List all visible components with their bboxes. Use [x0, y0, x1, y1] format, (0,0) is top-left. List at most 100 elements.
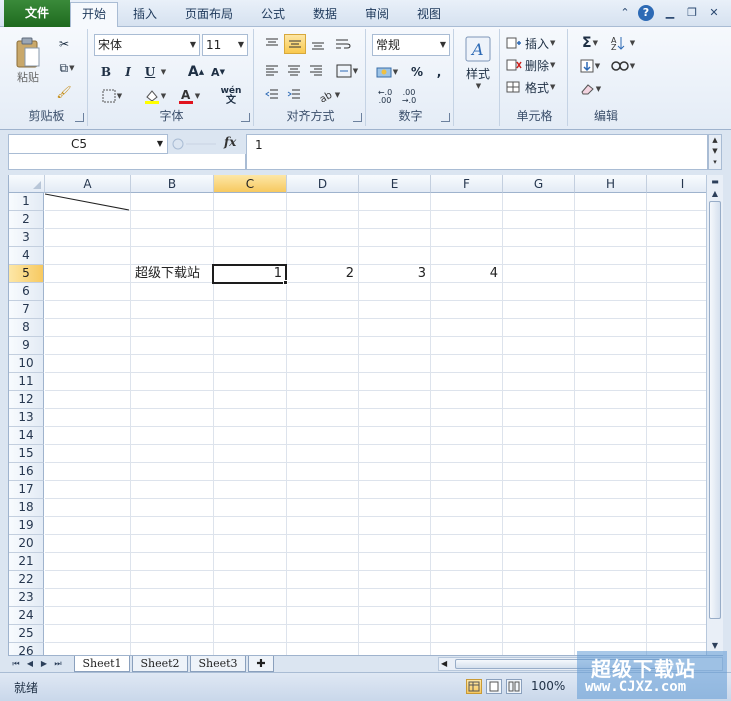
- font-launcher-icon[interactable]: [241, 113, 250, 122]
- cut-icon[interactable]: ✂: [54, 35, 74, 53]
- worksheet-grid[interactable]: ABCDEFGHI 1 2 3 4 5 6 7 8 9 10 11 12 13 14 15 16 17 18 19 2…: [8, 175, 706, 655]
- row-header-14[interactable]: 14: [9, 427, 44, 445]
- wrap-text-icon[interactable]: [332, 34, 354, 54]
- align-top-icon[interactable]: [262, 34, 282, 54]
- name-box[interactable]: C5 ▼: [8, 134, 168, 154]
- percent-style-button[interactable]: %: [408, 63, 426, 81]
- sheet-tab-sheet1[interactable]: Sheet1: [74, 656, 130, 672]
- column-header-h[interactable]: H: [575, 175, 647, 193]
- column-header-e[interactable]: E: [359, 175, 431, 193]
- vertical-scrollbar[interactable]: ▬ ▲ ▼: [706, 175, 723, 655]
- phonetic-guide-button[interactable]: wén 文: [214, 86, 248, 106]
- scroll-left-icon[interactable]: ◀: [441, 658, 447, 670]
- row-header-8[interactable]: 8: [9, 319, 44, 337]
- increase-indent-icon[interactable]: [284, 85, 304, 105]
- merge-center-icon[interactable]: ▼: [332, 61, 362, 81]
- cell-f5[interactable]: 4: [430, 265, 502, 283]
- cell-b5[interactable]: 超级下载站: [133, 265, 213, 283]
- row-header-7[interactable]: 7: [9, 301, 44, 319]
- orientation-icon[interactable]: ab ▼: [316, 85, 342, 105]
- autosum-button[interactable]: Σ ▼: [576, 33, 604, 53]
- row-header-3[interactable]: 3: [9, 229, 44, 247]
- scroll-up-icon[interactable]: ▲: [709, 188, 721, 200]
- window-restore-icon[interactable]: ❐: [684, 5, 700, 21]
- last-sheet-icon[interactable]: ⏭: [52, 657, 64, 671]
- clear-icon[interactable]: ▼: [576, 79, 604, 99]
- insert-function-button[interactable]: fx: [224, 135, 242, 153]
- row-header-13[interactable]: 13: [9, 409, 44, 427]
- row-header-17[interactable]: 17: [9, 481, 44, 499]
- cell-e5[interactable]: 3: [358, 265, 430, 283]
- split-box-icon[interactable]: ▬: [709, 176, 721, 188]
- insert-cells-button[interactable]: 插入 ▼: [506, 33, 566, 53]
- accounting-format-icon[interactable]: ▼: [372, 63, 402, 81]
- sort-filter-icon[interactable]: A Z ▼: [608, 33, 638, 53]
- tab-review[interactable]: 审阅: [354, 3, 400, 27]
- font-color-button[interactable]: A ▼: [174, 87, 204, 105]
- grow-font-button[interactable]: A ▲: [186, 63, 206, 81]
- align-bottom-icon[interactable]: [308, 34, 328, 54]
- column-header-b[interactable]: B: [131, 175, 214, 193]
- normal-view-icon[interactable]: [466, 679, 482, 694]
- row-header-11[interactable]: 11: [9, 373, 44, 391]
- fill-color-button[interactable]: ▼: [140, 87, 170, 105]
- italic-button[interactable]: I: [120, 63, 136, 81]
- align-left-icon[interactable]: [262, 61, 282, 81]
- border-button[interactable]: ▼: [98, 87, 126, 105]
- next-sheet-icon[interactable]: ▶: [38, 657, 50, 671]
- tab-view[interactable]: 视图: [406, 3, 452, 27]
- select-all-corner[interactable]: [9, 175, 45, 193]
- clipboard-launcher-icon[interactable]: [75, 113, 84, 122]
- align-middle-icon[interactable]: [284, 34, 306, 54]
- prev-sheet-icon[interactable]: ◀: [24, 657, 36, 671]
- delete-cells-button[interactable]: 删除 ▼: [506, 55, 566, 75]
- font-family-select[interactable]: 宋体 ▼: [94, 34, 200, 56]
- row-header-5[interactable]: 5: [9, 265, 44, 283]
- fill-down-icon[interactable]: ▼: [576, 56, 604, 76]
- row-header-24[interactable]: 24: [9, 607, 44, 625]
- tab-page-layout[interactable]: 页面布局: [176, 3, 242, 27]
- underline-button[interactable]: U: [142, 63, 158, 81]
- minimize-ribbon-icon[interactable]: ⌃: [617, 5, 633, 21]
- row-header-26[interactable]: 26: [9, 643, 44, 655]
- row-header-25[interactable]: 25: [9, 625, 44, 643]
- row-header-9[interactable]: 9: [9, 337, 44, 355]
- underline-dropdown-icon[interactable]: ▼: [158, 63, 168, 81]
- row-header-20[interactable]: 20: [9, 535, 44, 553]
- tab-formulas[interactable]: 公式: [250, 3, 296, 27]
- paste-button[interactable]: 粘贴: [10, 33, 46, 89]
- vertical-scroll-thumb[interactable]: [709, 201, 721, 619]
- row-header-19[interactable]: 19: [9, 517, 44, 535]
- comma-style-button[interactable]: ,: [432, 63, 446, 81]
- tab-insert[interactable]: 插入: [122, 3, 168, 27]
- row-header-21[interactable]: 21: [9, 553, 44, 571]
- row-header-15[interactable]: 15: [9, 445, 44, 463]
- tab-home[interactable]: 开始: [70, 2, 118, 28]
- format-cells-button[interactable]: 格式 ▼: [506, 77, 566, 97]
- first-sheet-icon[interactable]: ⏮: [10, 657, 22, 671]
- column-header-i[interactable]: I: [647, 175, 706, 193]
- shrink-font-button[interactable]: A ▼: [208, 63, 228, 81]
- number-format-select[interactable]: 常规 ▼: [372, 34, 450, 56]
- window-close-icon[interactable]: ✕: [706, 5, 722, 21]
- help-icon[interactable]: ?: [638, 5, 654, 21]
- insert-sheet-icon[interactable]: ✚: [248, 656, 274, 672]
- formula-bar-scroll[interactable]: ▲ ▼ ▾: [708, 134, 722, 170]
- copy-icon[interactable]: ⧉ ▼: [52, 59, 82, 77]
- zoom-level[interactable]: 100%: [531, 679, 565, 693]
- row-header-4[interactable]: 4: [9, 247, 44, 265]
- column-header-d[interactable]: D: [287, 175, 359, 193]
- window-minimize-icon[interactable]: ▁: [662, 5, 678, 21]
- tab-data[interactable]: 数据: [302, 3, 348, 27]
- row-header-10[interactable]: 10: [9, 355, 44, 373]
- decrease-indent-icon[interactable]: [262, 85, 282, 105]
- column-header-g[interactable]: G: [503, 175, 575, 193]
- page-layout-view-icon[interactable]: [486, 679, 502, 694]
- styles-button[interactable]: A 样式 ▼: [462, 33, 494, 93]
- formula-input[interactable]: 1: [246, 134, 708, 170]
- align-right-icon[interactable]: [306, 61, 326, 81]
- row-header-1[interactable]: 1: [9, 193, 44, 211]
- row-header-2[interactable]: 2: [9, 211, 44, 229]
- tab-file[interactable]: 文件: [4, 0, 70, 27]
- row-header-16[interactable]: 16: [9, 463, 44, 481]
